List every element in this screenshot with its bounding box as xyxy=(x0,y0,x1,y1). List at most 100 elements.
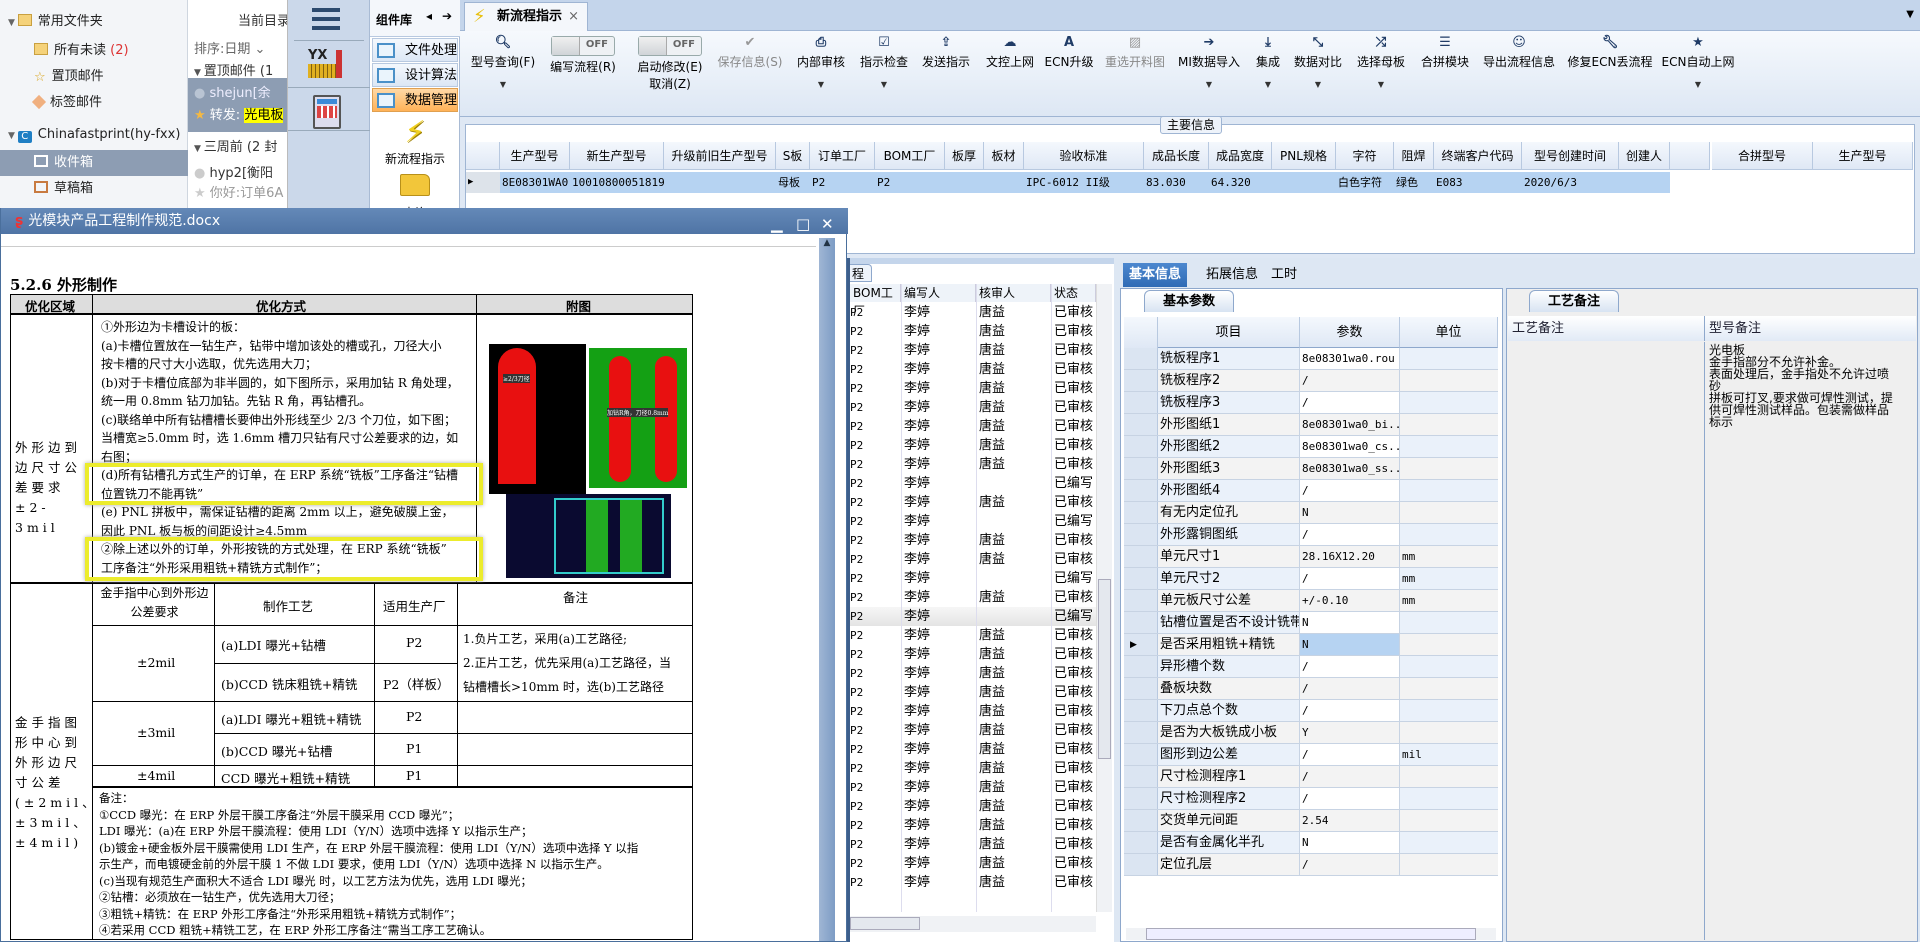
param-row[interactable]: 交货单元间距 2.54 xyxy=(1124,810,1498,832)
folder-common[interactable]: ▼ 常用文件夹 xyxy=(0,9,188,35)
table-row[interactable]: P2 李婷 唐益 已审核 xyxy=(850,626,1096,645)
table-row[interactable]: P2 李婷 唐益 已审核 xyxy=(850,455,1096,474)
column-header[interactable]: 核审人 xyxy=(976,284,1051,302)
pin-sign-in-icon[interactable]: ➔ xyxy=(442,9,452,23)
table-row[interactable]: P2 李婷 已编写 xyxy=(850,474,1096,493)
param-value[interactable]: / xyxy=(1300,370,1400,391)
table-row[interactable]: P2 李婷 已编写 xyxy=(850,607,1096,626)
column-header[interactable]: 状态 xyxy=(1051,284,1096,302)
param-row[interactable]: 有无内定位孔 N xyxy=(1124,502,1498,524)
param-row[interactable]: 定位孔层 / xyxy=(1124,854,1498,876)
param-row[interactable]: 下刀点总个数 / xyxy=(1124,700,1498,722)
column-header[interactable]: 生产型号 xyxy=(500,142,570,170)
table-row[interactable]: P2 李婷 唐益 已审核 xyxy=(850,683,1096,702)
column-header[interactable]: 新生产型号 xyxy=(570,142,664,170)
minimize-button[interactable]: ▁ xyxy=(771,211,783,237)
params-horizontal-scrollbar[interactable] xyxy=(1126,928,1496,940)
grid-cell[interactable] xyxy=(984,172,1024,193)
column-header[interactable]: 字符 xyxy=(1336,142,1394,170)
toolbar-button-list-ol[interactable]: ☰ 合拼模块 xyxy=(1421,35,1469,70)
maximize-button[interactable]: □ xyxy=(796,211,810,237)
table-row[interactable]: P2 李婷 唐益 已审核 xyxy=(850,816,1096,835)
param-row[interactable]: 外形图纸2 8e08301wa0_cs... xyxy=(1124,436,1498,458)
table-row[interactable]: P2 李婷 唐益 已审核 xyxy=(850,341,1096,360)
param-row[interactable]: 外形图纸4 / xyxy=(1124,480,1498,502)
table-row[interactable]: P2 李婷 唐益 已审核 xyxy=(850,721,1096,740)
toggle-start-modify[interactable]: OFF xyxy=(638,36,702,56)
folder-inbox[interactable]: 收件箱 xyxy=(0,150,188,176)
param-value[interactable]: / xyxy=(1300,700,1400,721)
toolbar-button-sign-in[interactable]: ➔ MI数据导入 ▼ xyxy=(1178,35,1240,89)
param-value[interactable]: / xyxy=(1300,656,1400,677)
grid-cell[interactable]: E083 xyxy=(1434,172,1522,193)
table-row[interactable]: P2 李婷 唐益 已审核 xyxy=(850,645,1096,664)
table-row[interactable]: P2 李婷 唐益 已审核 xyxy=(850,778,1096,797)
param-row[interactable]: 是否为大板铣成小板 Y xyxy=(1124,722,1498,744)
tab-flow-fragment[interactable]: 程 xyxy=(850,264,872,282)
table-row[interactable]: P2 李婷 唐益 已审核 xyxy=(850,797,1096,816)
table-row[interactable]: P2 李婷 唐益 已审核 xyxy=(850,873,1096,892)
grid-cell[interactable]: 绿色 xyxy=(1394,172,1434,193)
param-value[interactable]: N xyxy=(1300,612,1400,633)
table-row[interactable]: P2 李婷 唐益 已审核 xyxy=(850,759,1096,778)
component-data-management[interactable]: 数据管理 xyxy=(372,88,458,112)
toolbar-button-cloud-upload[interactable]: ☁ 文控上网 xyxy=(986,35,1034,70)
param-row[interactable]: 外形图纸3 8e08301wa0_ss... xyxy=(1124,458,1498,480)
toolbar-button-download[interactable]: ⤓ 集成 ▼ xyxy=(1256,35,1280,89)
table-row[interactable]: P2 李婷 唐益 已审核 xyxy=(850,702,1096,721)
document-scrollbar[interactable]: ▲ xyxy=(819,238,835,941)
param-value[interactable]: 8e08301wa0_bi... xyxy=(1300,414,1400,435)
table-row[interactable]: P2 李婷 已编写 xyxy=(850,512,1096,531)
table-row[interactable]: P2 李婷 唐益 已审核 xyxy=(850,303,1096,322)
dropdown-arrow-icon[interactable]: ▼ xyxy=(1357,80,1405,89)
grid-cell[interactable] xyxy=(1670,172,1710,193)
detail-tab[interactable]: 工时 xyxy=(1265,263,1303,287)
mail-item-selected[interactable]: ● shejun[余 ★ 转发: 光电板 xyxy=(188,78,287,132)
param-value[interactable]: N xyxy=(1300,634,1400,655)
table-row[interactable]: P2 李婷 唐益 已审核 xyxy=(850,550,1096,569)
param-value[interactable]: 8e08301wa0.rou xyxy=(1300,348,1400,369)
column-header[interactable]: 生产型号 xyxy=(1813,142,1913,170)
param-value[interactable]: / xyxy=(1300,766,1400,787)
param-value[interactable]: / xyxy=(1300,392,1400,413)
grid-cell[interactable]: 母板 xyxy=(776,172,810,193)
table-row[interactable]: P2 李婷 已编写 xyxy=(850,569,1096,588)
toolbar-button-upload[interactable]: ⇪ 发送指示 xyxy=(922,35,970,70)
table-row[interactable]: P2 李婷 唐益 已审核 xyxy=(850,379,1096,398)
component-file-processing[interactable]: 文件处理 xyxy=(372,38,458,62)
subtab-process-remark[interactable]: 工艺备注 xyxy=(1529,290,1620,312)
column-header[interactable]: 终端客户代码 xyxy=(1434,142,1522,170)
table-row[interactable]: P2 李婷 唐益 已审核 xyxy=(850,360,1096,379)
toolbar-button-check[interactable]: ✔ 保存信息(S) xyxy=(718,35,783,70)
param-value[interactable]: / xyxy=(1300,480,1400,501)
grid-cell[interactable] xyxy=(945,172,984,193)
tab-list-dropdown-icon[interactable]: ▼ xyxy=(1906,9,1914,20)
table-row[interactable]: P2 李婷 唐益 已审核 xyxy=(850,531,1096,550)
column-header[interactable]: PNL规格 xyxy=(1272,142,1336,170)
grid-cell[interactable]: 8E08301WA0 xyxy=(500,172,570,193)
toolbar-button-print[interactable]: ⎙ 内部审核 ▼ xyxy=(797,35,845,89)
column-header[interactable]: 成品长度 xyxy=(1144,142,1209,170)
component-design-algorithm[interactable]: 设计算法 xyxy=(372,63,458,87)
column-header[interactable]: S板 xyxy=(776,142,810,170)
group-three-weeks[interactable]: ▼ 三周前 (2 封 xyxy=(194,136,287,155)
hamburger-menu-icon[interactable] xyxy=(312,8,340,30)
column-header[interactable]: 订单工厂 xyxy=(810,142,875,170)
toolbar-button-random[interactable]: ⤮ 选择母板 ▼ xyxy=(1357,35,1405,89)
toolbar-button-font[interactable]: A ECN升级 xyxy=(1045,35,1094,70)
param-row[interactable]: 钻槽位置是否不设计铣带 N xyxy=(1124,612,1498,634)
toolbar-button-checkbox[interactable]: ☑ 指示检查 ▼ xyxy=(860,35,908,89)
yx-factory-icon[interactable]: YX xyxy=(308,48,344,82)
param-value[interactable]: / xyxy=(1300,678,1400,699)
collapse-left-icon[interactable]: ◂ xyxy=(426,9,432,23)
param-row[interactable]: 铣板程序1 8e08301wa0.rou xyxy=(1124,348,1498,370)
model-remark-textarea[interactable]: 光电板 金手指部分不允许补金。 表面处理后，金手指处不允许过喷砂拼板可打叉,要求做可… xyxy=(1709,344,1899,428)
table-row[interactable]: P2 李婷 唐益 已审核 xyxy=(850,835,1096,854)
param-row[interactable]: 尺寸检测程序2 / xyxy=(1124,788,1498,810)
grid-cell[interactable]: P2 xyxy=(810,172,875,193)
param-value[interactable]: Y xyxy=(1300,722,1400,743)
close-button[interactable]: ✕ xyxy=(821,211,834,237)
vertical-scrollbar[interactable] xyxy=(1096,284,1112,912)
param-row[interactable]: 铣板程序2 / xyxy=(1124,370,1498,392)
table-row[interactable]: P2 李婷 唐益 已审核 xyxy=(850,854,1096,873)
